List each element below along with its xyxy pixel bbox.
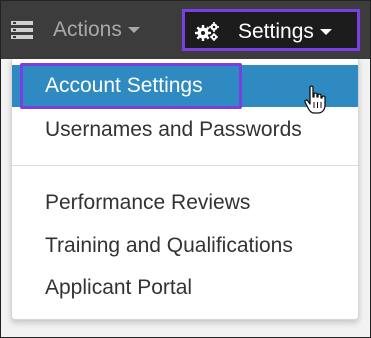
menu-divider bbox=[12, 165, 358, 166]
menu-item-applicant-portal[interactable]: Applicant Portal bbox=[12, 275, 358, 301]
gears-icon bbox=[195, 22, 221, 42]
top-navbar: Actions Settings bbox=[1, 1, 370, 59]
menu-item-performance-reviews[interactable]: Performance Reviews bbox=[12, 190, 358, 216]
menu-item-training-and-qualifications[interactable]: Training and Qualifications bbox=[12, 233, 358, 259]
actions-menu-button[interactable]: Actions bbox=[53, 17, 140, 43]
chevron-down-icon bbox=[319, 29, 332, 36]
list-icon[interactable] bbox=[11, 21, 33, 39]
menu-item-usernames-and-passwords[interactable]: Usernames and Passwords bbox=[12, 117, 358, 143]
window-frame: Actions Settings Account Settings Userna… bbox=[0, 0, 371, 338]
hand-pointer-icon bbox=[304, 85, 326, 115]
menu-item-label: Usernames and Passwords bbox=[45, 118, 302, 141]
settings-label: Settings bbox=[238, 19, 332, 45]
menu-item-label: Training and Qualifications bbox=[45, 234, 293, 257]
menu-item-label: Account Settings bbox=[45, 74, 203, 97]
menu-item-label: Applicant Portal bbox=[45, 276, 193, 299]
actions-label: Actions bbox=[53, 18, 122, 41]
chevron-down-icon bbox=[127, 27, 140, 34]
settings-menu-button[interactable]: Settings bbox=[182, 9, 360, 51]
menu-item-label: Performance Reviews bbox=[45, 191, 251, 214]
